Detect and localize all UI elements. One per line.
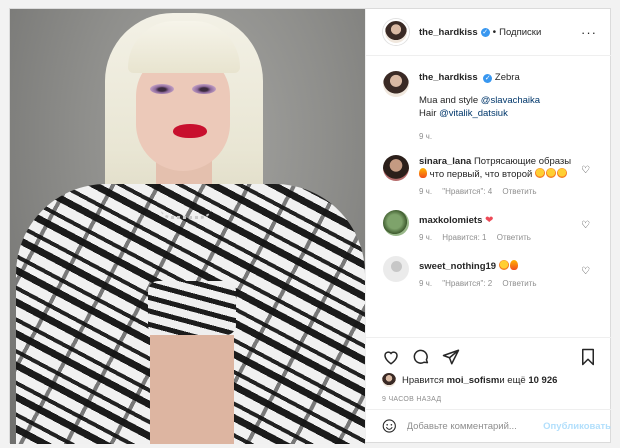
comment-body: maxkolomiets ❤ 9 ч. Нравится: 1 Ответить: [419, 210, 579, 242]
caption-username[interactable]: the_hardkiss: [419, 72, 478, 83]
comment-input[interactable]: [406, 420, 544, 432]
commenter-username[interactable]: sweet_nothing19: [419, 261, 496, 272]
caption-line-3: Hair @vitalik_datsiuk: [419, 107, 579, 120]
liker-avatar[interactable]: [382, 373, 396, 387]
photo-lips: [173, 124, 207, 138]
mention-vitalik-datsiuk[interactable]: @vitalik_datsiuk: [439, 108, 508, 119]
verified-icon: ✓: [483, 74, 493, 83]
comment-text: maxkolomiets ❤: [419, 210, 579, 227]
more-icon[interactable]: ···: [581, 25, 597, 40]
comment-text: sinara_lana Потрясающие образы что первы…: [419, 155, 579, 181]
caption-meta: 9 ч.: [419, 132, 579, 141]
red-heart-emoji-icon: ❤: [485, 215, 494, 226]
likes-prefix: Нравится: [402, 374, 444, 386]
comment-icon[interactable]: [412, 348, 430, 366]
photo-midriff: [150, 335, 234, 444]
mention-slavachaika[interactable]: @slavachaika: [481, 95, 540, 106]
emoji-icon[interactable]: [382, 418, 397, 434]
bookmark-icon[interactable]: [579, 348, 597, 366]
comment-likes[interactable]: "Нравится": 4: [442, 187, 492, 196]
commenter-avatar[interactable]: [383, 155, 409, 181]
liker-username[interactable]: moi_sofism: [447, 375, 500, 386]
fire-emoji-icon: [509, 260, 518, 270]
add-comment-bar: Опубликовать: [366, 409, 611, 442]
likes-summary: Нравится moi_sofism и ещё 10 926: [382, 373, 597, 387]
photo-necklace: [160, 207, 212, 219]
comment-meta: 9 ч. "Нравится": 4 Ответить: [419, 187, 579, 196]
caption-text: Zebra: [494, 72, 520, 83]
author-avatar[interactable]: [383, 19, 409, 45]
comment-likes[interactable]: "Нравится": 2: [442, 279, 492, 288]
caption-line-2: Mua and style @slavachaika: [419, 94, 579, 107]
heart-eyes-emoji-icon: [498, 260, 509, 270]
caption-body: the_hardkiss ✓ Zebra Mua and style @slav…: [419, 71, 579, 141]
photo-right-eye: [192, 84, 216, 94]
comment-time: 9 ч.: [419, 279, 433, 288]
comment-text-part-1: Потрясающие образы: [473, 156, 572, 167]
commenter-username[interactable]: sinara_lana: [419, 156, 471, 167]
comment-item: sinara_lana Потрясающие образы что первы…: [383, 155, 595, 196]
publish-button[interactable]: Опубликовать: [543, 421, 611, 432]
heart-icon[interactable]: [382, 348, 400, 366]
commenter-avatar[interactable]: [383, 256, 409, 282]
post-caption: the_hardkiss ✓ Zebra Mua and style @slav…: [383, 71, 595, 141]
photo-zebra-top: [148, 281, 236, 335]
comment-heart-icon[interactable]: ♡: [581, 266, 591, 277]
comment-heart-icon[interactable]: ♡: [581, 165, 591, 176]
comment-meta: 9 ч. "Нравится": 2 Ответить: [419, 279, 579, 288]
fire-emoji-icon: [419, 168, 427, 178]
verified-icon: ✓: [480, 27, 490, 37]
post-timestamp[interactable]: 9 ЧАСОВ НАЗАД: [382, 396, 597, 403]
post-photo[interactable]: [10, 9, 365, 444]
caption-avatar[interactable]: [383, 71, 409, 97]
following-button[interactable]: Подписки: [499, 27, 541, 38]
comment-body: sinara_lana Потрясающие образы что первы…: [419, 155, 579, 196]
heart-eyes-emoji-icon: [556, 168, 567, 178]
caption-time: 9 ч.: [419, 132, 433, 141]
share-icon[interactable]: [442, 348, 460, 366]
comment-item: sweet_nothing19 9 ч. "Нравится": 2 Ответ…: [383, 256, 595, 288]
comment-likes[interactable]: Нравится: 1: [442, 233, 486, 242]
instagram-post-modal: the_hardkiss ✓ • Подписки ··· the_hardki…: [9, 8, 611, 444]
comment-body: sweet_nothing19 9 ч. "Нравится": 2 Ответ…: [419, 256, 579, 288]
action-icons: [382, 346, 597, 368]
comment-time: 9 ч.: [419, 233, 433, 242]
heart-eyes-emoji-icon: [534, 168, 545, 178]
post-actions: Нравится moi_sofism и ещё 10 926 9 ЧАСОВ…: [366, 337, 611, 403]
commenter-avatar[interactable]: [383, 210, 409, 236]
caption-hair-label: Hair: [419, 108, 440, 119]
reply-button[interactable]: Ответить: [502, 187, 536, 196]
reply-button[interactable]: Ответить: [497, 233, 531, 242]
comment-text: sweet_nothing19: [419, 256, 579, 273]
author-username[interactable]: the_hardkiss: [419, 27, 478, 38]
post-header: the_hardkiss ✓ • Подписки ···: [366, 9, 611, 56]
comments-list[interactable]: the_hardkiss ✓ Zebra Mua and style @slav…: [366, 57, 611, 337]
comment-text-part-2: что первый, что второй: [429, 169, 533, 180]
photo-left-eye: [150, 84, 174, 94]
header-separator: •: [492, 26, 497, 38]
commenter-username[interactable]: maxkolomiets: [419, 215, 482, 226]
comment-heart-icon[interactable]: ♡: [581, 220, 591, 231]
comment-time: 9 ч.: [419, 187, 433, 196]
likes-middle: и ещё: [499, 374, 526, 386]
comment-item: maxkolomiets ❤ 9 ч. Нравится: 1 Ответить…: [383, 210, 595, 242]
heart-eyes-emoji-icon: [545, 168, 556, 178]
caption-mua-label: Mua and style: [419, 95, 481, 106]
caption-line-1: the_hardkiss ✓ Zebra: [419, 71, 579, 84]
comment-meta: 9 ч. Нравится: 1 Ответить: [419, 233, 579, 242]
post-side-panel: the_hardkiss ✓ • Подписки ··· the_hardki…: [365, 9, 611, 442]
reply-button[interactable]: Ответить: [502, 279, 536, 288]
likes-count[interactable]: 10 926: [528, 375, 557, 386]
